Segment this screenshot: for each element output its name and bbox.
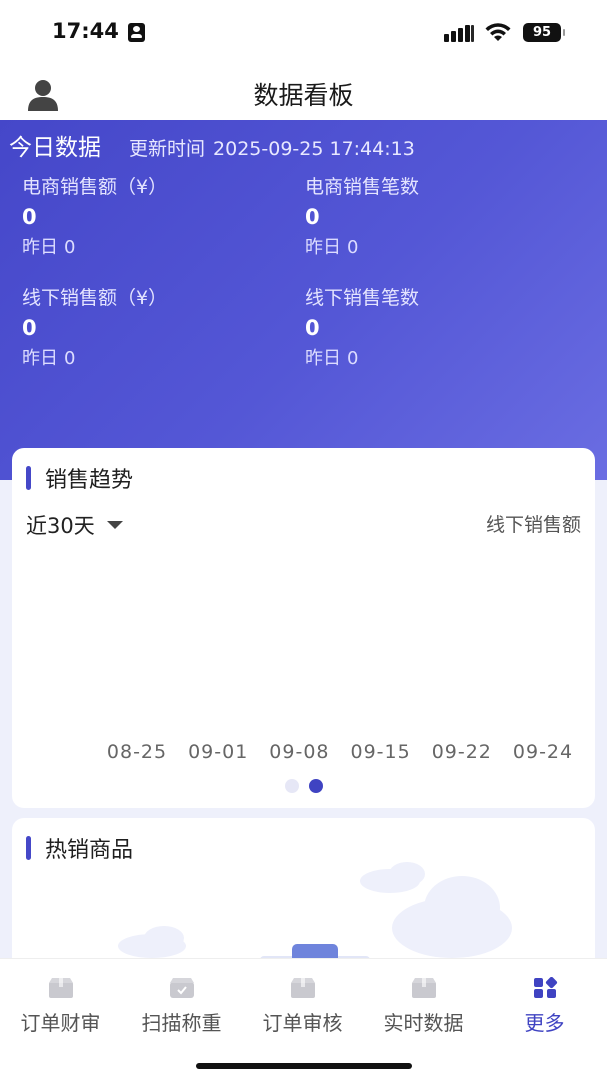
nav-bar: 数据看板	[0, 64, 607, 120]
metric-yesterday: 昨日 0	[305, 344, 575, 370]
status-bar: 17:44 95	[0, 0, 607, 64]
yesterday-value: 0	[347, 237, 359, 258]
box-icon	[411, 978, 436, 998]
x-tick-label: 09-01	[188, 741, 249, 763]
tab-scan-weigh[interactable]: 扫描称重	[121, 977, 242, 1036]
chart-metric-switch[interactable]: 线下销售额	[486, 510, 581, 537]
date-range-label: 近30天	[26, 514, 95, 538]
update-time-value: 2025-09-25 17:44:13	[213, 138, 415, 160]
x-tick-label: 09-22	[431, 741, 492, 763]
tab-bar: 订单财审 扫描称重 订单审核 实时数据 更多	[0, 958, 607, 1080]
yesterday-value: 0	[64, 348, 76, 369]
metric-value: 0	[305, 205, 320, 229]
yesterday-label: 昨日	[305, 237, 341, 258]
update-time-label: 更新时间	[129, 138, 206, 160]
tab-more[interactable]: 更多	[484, 977, 605, 1036]
chart-pager	[12, 779, 595, 793]
yesterday-label: 昨日	[305, 348, 341, 369]
tab-label: 扫描称重	[141, 1011, 222, 1035]
tab-realtime-data[interactable]: 实时数据	[363, 977, 484, 1036]
metric-yesterday: 昨日 0	[22, 233, 292, 259]
pager-dot-active[interactable]	[308, 779, 323, 793]
x-tick-label: 09-24	[512, 741, 574, 763]
id-card-icon	[128, 23, 145, 42]
battery-indicator: 95	[523, 23, 565, 42]
tab-label: 实时数据	[383, 1011, 464, 1035]
metric-ecom-orders: 电商销售笔数 0 昨日 0	[305, 172, 575, 259]
section-marker	[26, 466, 31, 490]
caret-down-icon	[106, 521, 123, 529]
metric-value: 0	[22, 205, 37, 229]
pager-dot[interactable]	[284, 779, 299, 793]
x-tick-label: 09-15	[350, 741, 411, 763]
tab-label: 订单审核	[262, 1011, 343, 1035]
metric-yesterday: 昨日 0	[305, 233, 575, 259]
section-marker	[26, 836, 31, 860]
empty-state-illustration	[118, 862, 512, 968]
page-title: 数据看板	[253, 81, 354, 110]
chart-x-axis: 08-25 09-01 09-08 09-15 09-22 09-24	[98, 741, 582, 765]
scale-box-icon	[169, 978, 194, 998]
metric-label: 电商销售笔数	[305, 176, 420, 198]
metric-yesterday: 昨日 0	[22, 344, 292, 370]
update-time: 更新时间 2025-09-25 17:44:13	[129, 134, 415, 161]
metric-label: 线下销售笔数	[305, 287, 420, 309]
grid-more-icon	[533, 977, 557, 998]
metric-offline-sales: 线下销售额（¥） 0 昨日 0	[22, 283, 292, 370]
metric-ecom-sales: 电商销售额（¥） 0 昨日 0	[22, 172, 292, 259]
yesterday-label: 昨日	[22, 348, 58, 369]
sales-trend-card: 销售趋势 近30天 线下销售额 08-25 09-01 09-08 09-15 09-2…	[12, 448, 595, 808]
metric-label: 线下销售额（¥）	[22, 287, 168, 309]
metric-value: 0	[22, 316, 37, 340]
tab-label: 订单财审	[20, 1011, 101, 1035]
metric-offline-orders: 线下销售笔数 0 昨日 0	[305, 283, 575, 370]
box-icon	[48, 978, 73, 998]
tab-label: 更多	[524, 1011, 565, 1035]
hot-products-card: 热销商品	[12, 818, 595, 978]
today-data-panel: 今日数据 更新时间 2025-09-25 17:44:13 电商销售额（¥） 0 …	[0, 120, 607, 480]
x-tick-label: 08-25	[106, 741, 168, 763]
wifi-icon	[485, 23, 511, 41]
tab-order-review[interactable]: 订单审核	[242, 977, 363, 1036]
yesterday-value: 0	[347, 348, 359, 369]
sales-trend-title: 销售趋势	[45, 468, 134, 493]
today-data-title: 今日数据	[9, 135, 101, 161]
metric-label: 电商销售额（¥）	[22, 176, 168, 198]
yesterday-label: 昨日	[22, 237, 58, 258]
box-icon	[290, 978, 315, 998]
yesterday-value: 0	[64, 237, 76, 258]
date-range-dropdown[interactable]: 近30天	[26, 510, 123, 540]
metric-value: 0	[305, 316, 320, 340]
home-indicator	[196, 1063, 412, 1069]
status-time: 17:44	[52, 19, 119, 43]
cellular-signal-icon	[444, 24, 476, 42]
x-tick-label: 09-08	[269, 741, 330, 763]
tab-order-finance-review[interactable]: 订单财审	[0, 977, 121, 1036]
